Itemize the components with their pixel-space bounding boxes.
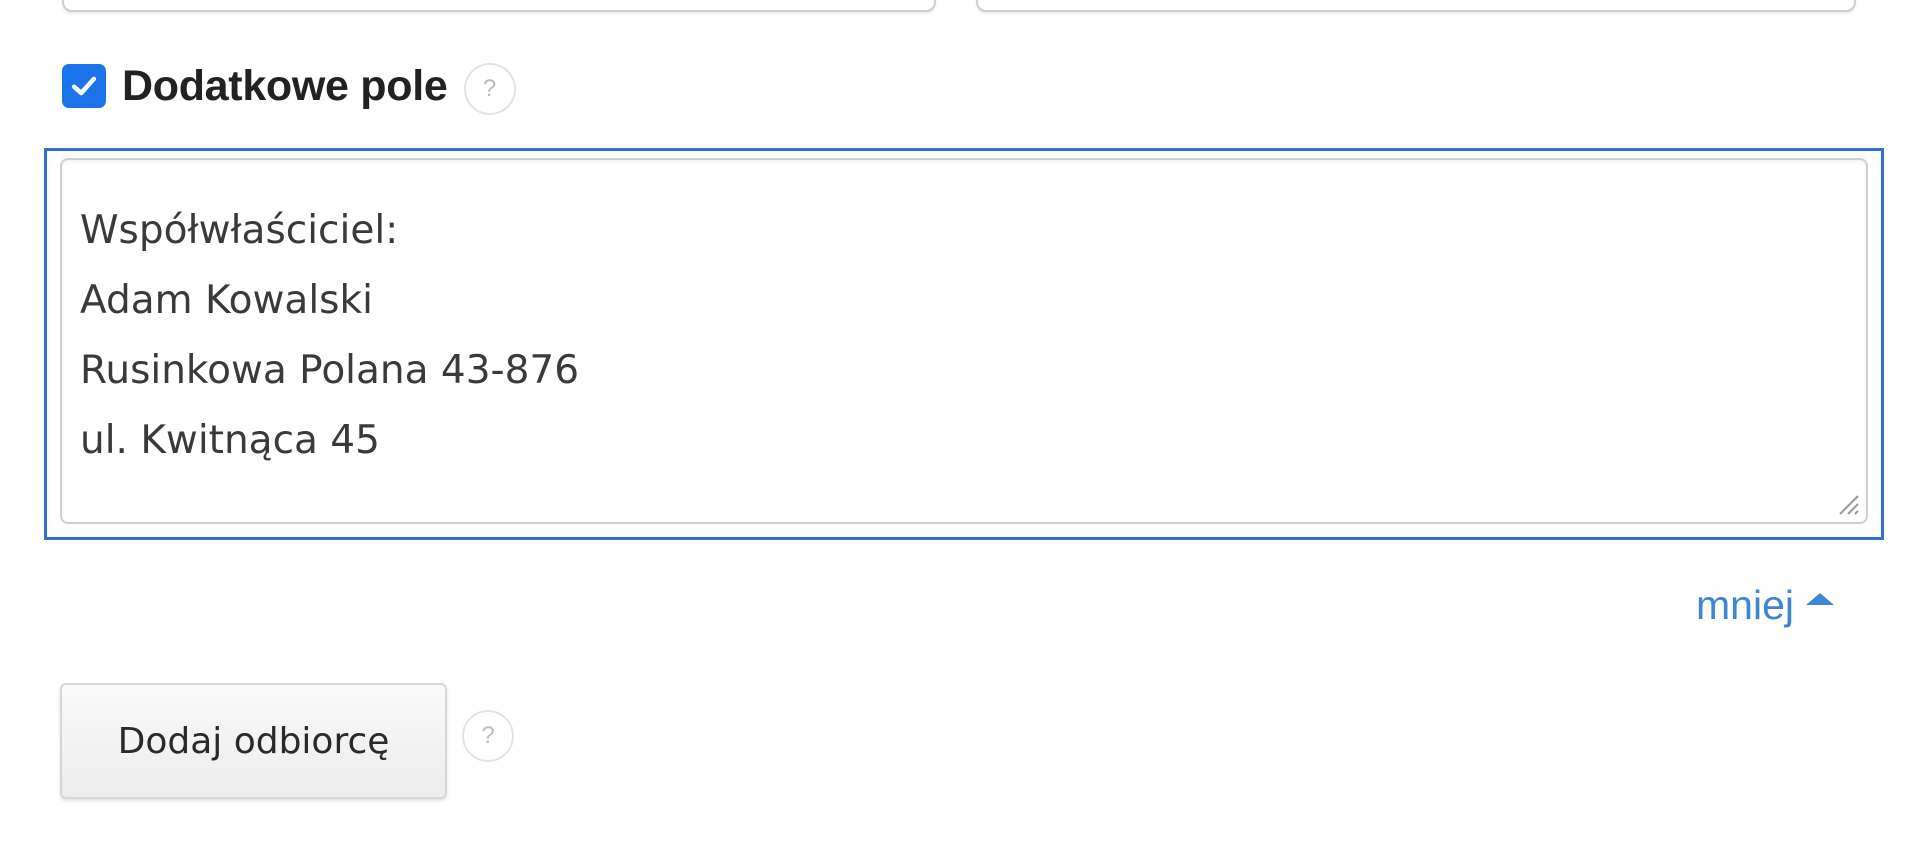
checkmark-icon <box>71 76 97 96</box>
textarea-line: Współwłaściciel: <box>80 208 399 253</box>
top-right-input[interactable] <box>976 0 1856 12</box>
extra-field-checkbox[interactable] <box>62 64 106 108</box>
extra-field-help-icon[interactable]: ? <box>463 63 516 115</box>
extra-field-label[interactable]: Dodatkowe pole <box>122 62 448 111</box>
extra-field-textarea[interactable]: Współwłaściciel: Adam Kowalski Rusinkowa… <box>60 158 1868 524</box>
form-page: Dodatkowe pole ? Współwłaściciel: Adam K… <box>0 0 1920 841</box>
textarea-line: Rusinkowa Polana 43-876 <box>80 348 580 393</box>
resize-grip-icon[interactable] <box>1834 490 1860 516</box>
show-less-link[interactable]: mniej <box>1696 582 1834 629</box>
add-recipient-button[interactable]: Dodaj odbiorcę <box>60 683 447 799</box>
show-less-label: mniej <box>1696 582 1794 628</box>
textarea-line: Adam Kowalski <box>80 278 373 323</box>
extra-field-row: Dodatkowe pole ? <box>62 58 516 115</box>
add-recipient-label: Dodaj odbiorcę <box>117 720 390 762</box>
textarea-line: ul. Kwitnąca 45 <box>80 418 380 463</box>
add-recipient-help-icon[interactable]: ? <box>462 710 514 762</box>
top-left-input[interactable] <box>62 0 936 12</box>
caret-up-icon <box>1806 592 1834 605</box>
